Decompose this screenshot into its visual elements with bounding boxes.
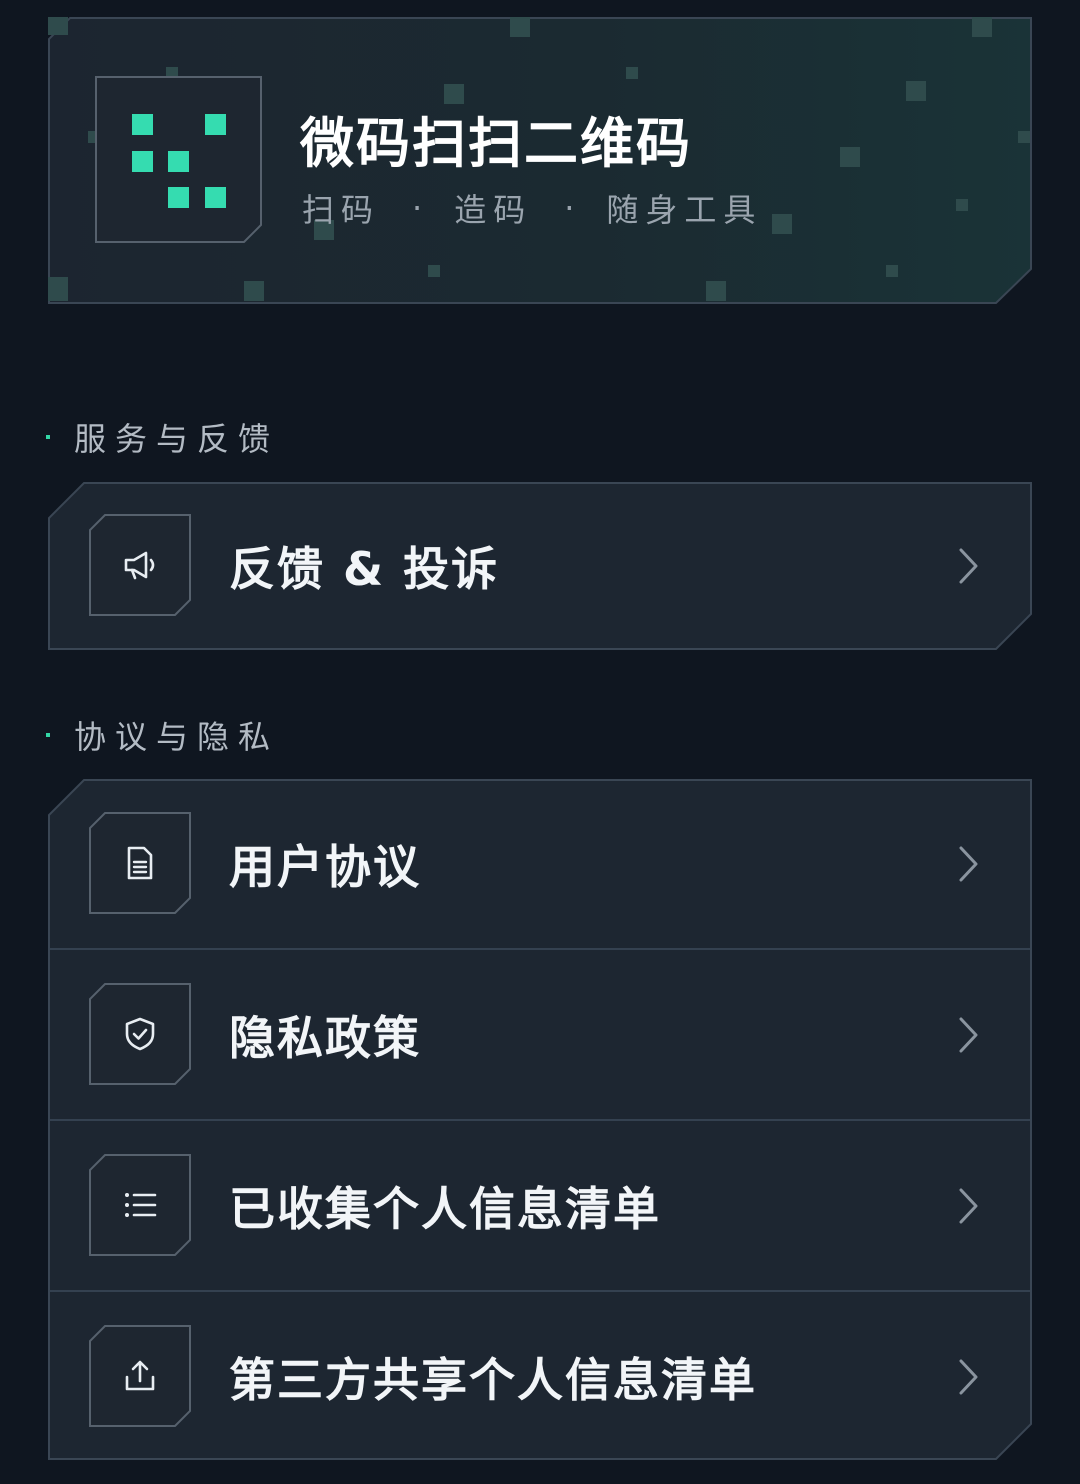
section-title-text: 服务与反馈 — [74, 420, 280, 458]
row-icon-frame — [89, 812, 191, 914]
privacy-card: 用户协议 隐私政策 已收集个人信息清单 第三方共享个人信息清单 — [48, 779, 1032, 1460]
chevron-right-icon — [959, 1188, 978, 1224]
service-card: 反馈 & 投诉 — [48, 482, 1032, 650]
chevron-right-icon — [959, 1359, 978, 1395]
row-icon-frame — [89, 1325, 191, 1427]
qr-pixel-logo-icon — [95, 76, 262, 243]
app-tagline: 扫码 · 造码 · 随身工具 — [302, 185, 762, 231]
menu-item-third-party-sharing-list[interactable]: 第三方共享个人信息清单 — [48, 1292, 1032, 1462]
document-icon — [127, 846, 153, 880]
tagline-create: 造码 — [454, 191, 533, 229]
app-logo — [95, 76, 263, 244]
megaphone-icon — [124, 551, 155, 580]
menu-item-collected-info-list[interactable]: 已收集个人信息清单 — [48, 1121, 1032, 1291]
menu-item-feedback[interactable]: 反馈 & 投诉 — [48, 481, 1032, 651]
chevron-right-icon — [959, 1017, 978, 1053]
section-title-privacy: 协议与隐私 — [46, 712, 279, 758]
app-title: 微码扫扫二维码 — [300, 112, 692, 175]
chevron-right-icon — [959, 548, 978, 584]
menu-item-label: 已收集个人信息清单 — [229, 1182, 661, 1236]
section-bullet — [46, 435, 50, 439]
menu-item-label: 隐私政策 — [229, 1011, 421, 1065]
tagline-scan: 扫码 — [302, 191, 381, 229]
section-bullet — [46, 733, 50, 737]
share-upload-icon — [125, 1360, 155, 1391]
row-icon-frame — [89, 983, 191, 1085]
shield-check-icon — [125, 1017, 155, 1051]
list-icon — [125, 1193, 157, 1217]
row-icon-frame — [89, 514, 191, 616]
menu-item-label: 第三方共享个人信息清单 — [229, 1353, 757, 1407]
tagline-tools: 随身工具 — [606, 191, 763, 229]
tagline-separator: · — [564, 189, 575, 227]
menu-item-label: 用户协议 — [229, 840, 421, 894]
chevron-right-icon — [959, 846, 978, 882]
row-icon-frame — [89, 1154, 191, 1256]
section-title-service: 服务与反馈 — [46, 414, 279, 460]
menu-item-label: 反馈 & 投诉 — [229, 542, 500, 596]
app-header-card: 微码扫扫二维码 扫码 · 造码 · 随身工具 — [48, 17, 1032, 304]
menu-item-privacy-policy[interactable]: 隐私政策 — [48, 950, 1032, 1120]
menu-item-user-agreement[interactable]: 用户协议 — [48, 779, 1032, 949]
section-title-text: 协议与隐私 — [74, 718, 280, 756]
tagline-separator: · — [412, 189, 423, 227]
